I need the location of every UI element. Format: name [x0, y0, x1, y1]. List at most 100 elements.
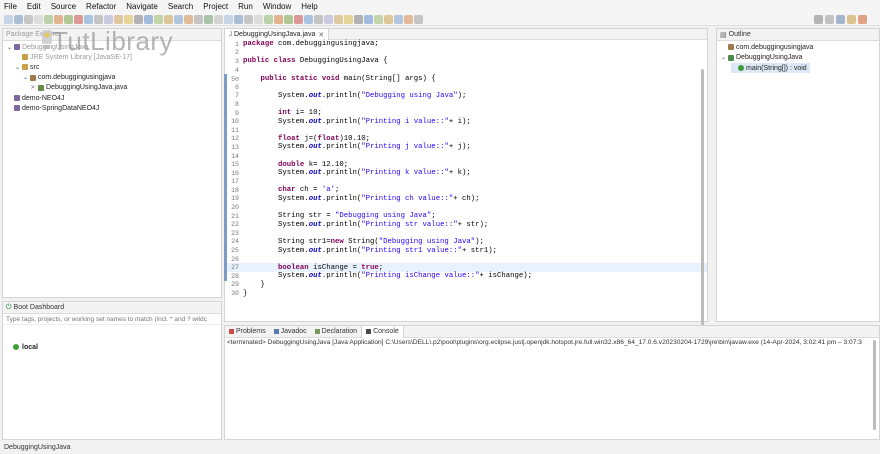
menu-navigate[interactable]: Navigate — [126, 2, 158, 11]
menu-edit[interactable]: Edit — [27, 2, 41, 11]
code-line[interactable]: 21 String str = "Debugging using Java"; — [225, 212, 707, 221]
toolbar-icon[interactable] — [134, 15, 143, 24]
toolbar-icon[interactable] — [84, 15, 93, 24]
boot-item-local[interactable]: local — [13, 342, 38, 352]
toolbar-icon[interactable] — [384, 15, 393, 24]
outline-item[interactable]: com.debuggingusingjava — [721, 42, 813, 52]
tab-javadoc[interactable]: Javadoc — [270, 326, 311, 338]
toolbar-icon[interactable] — [264, 15, 273, 24]
menu-refactor[interactable]: Refactor — [86, 2, 116, 11]
toolbar-icon[interactable] — [314, 15, 323, 24]
toolbar-icon[interactable] — [124, 15, 133, 24]
code-line[interactable]: 25 System.out.println("Printing str1 val… — [225, 246, 707, 255]
expand-icon[interactable]: ⌄ — [23, 74, 30, 81]
toolbar-icon[interactable] — [344, 15, 353, 24]
menu-run[interactable]: Run — [238, 2, 253, 11]
code-line[interactable]: 9 int i= 10; — [225, 109, 707, 118]
code-line[interactable]: 28 System.out.println("Printing isChange… — [225, 272, 707, 281]
debug-perspective-icon[interactable] — [847, 15, 856, 24]
code-line[interactable]: 27 boolean isChange = true; — [225, 263, 707, 273]
toolbar-icon[interactable] — [364, 15, 373, 24]
toolbar-icon[interactable] — [274, 15, 283, 24]
code-line[interactable]: 18 char ch = 'a'; — [225, 186, 707, 195]
toolbar-icon[interactable] — [174, 15, 183, 24]
toolbar-icon[interactable] — [4, 15, 13, 24]
code-line[interactable]: 4 — [225, 66, 707, 75]
code-line[interactable]: 22 System.out.println("Printing str valu… — [225, 220, 707, 229]
editor-scrollbar[interactable] — [701, 69, 704, 329]
code-line[interactable]: 26 — [225, 255, 707, 264]
toolbar-icon[interactable] — [414, 15, 423, 24]
menu-source[interactable]: Source — [51, 2, 76, 11]
toolbar-icon[interactable] — [394, 15, 403, 24]
git-perspective-icon[interactable] — [858, 15, 867, 24]
expand-icon[interactable]: ⌄ — [15, 64, 22, 71]
close-tab-icon[interactable]: ✕ — [318, 31, 324, 39]
toolbar-icon[interactable] — [194, 15, 203, 24]
boot-dashboard-tab[interactable]: ⏻ Boot Dashboard — [3, 302, 221, 314]
code-line[interactable]: 2 — [225, 49, 707, 58]
toolbar-icon[interactable] — [34, 15, 43, 24]
toolbar-icon[interactable] — [164, 15, 173, 24]
toolbar-icon[interactable] — [104, 15, 113, 24]
toolbar-icon[interactable] — [254, 15, 263, 24]
toolbar-icon[interactable] — [74, 15, 83, 24]
toolbar-icon[interactable] — [154, 15, 163, 24]
toolbar-icon[interactable] — [204, 15, 213, 24]
code-line[interactable]: 14 — [225, 152, 707, 161]
package-explorer-item[interactable]: demo-NEO4J — [7, 93, 64, 103]
toolbar-icon[interactable] — [404, 15, 413, 24]
toolbar-icon[interactable] — [24, 15, 33, 24]
code-line[interactable]: 15 double k= 12.10; — [225, 160, 707, 169]
code-line[interactable]: 19 System.out.println("Printing ch value… — [225, 195, 707, 204]
outline-tab[interactable]: ▤ Outline — [717, 29, 879, 41]
toolbar-icon[interactable] — [244, 15, 253, 24]
code-line[interactable]: 16 System.out.println("Printing k value:… — [225, 169, 707, 178]
toolbar-icon[interactable] — [284, 15, 293, 24]
toolbar-icon[interactable] — [354, 15, 363, 24]
menu-search[interactable]: Search — [168, 2, 193, 11]
code-line[interactable]: 1 package com.debuggingusingjava; — [225, 40, 707, 49]
toolbar-icon[interactable] — [144, 15, 153, 24]
menu-project[interactable]: Project — [203, 2, 228, 11]
toolbar-icon[interactable] — [294, 15, 303, 24]
code-line[interactable]: 17 — [225, 178, 707, 187]
code-line[interactable]: 8 — [225, 100, 707, 109]
code-line[interactable]: 29 } — [225, 281, 707, 290]
code-line[interactable]: 23 — [225, 229, 707, 238]
code-area[interactable]: 1 package com.debuggingusingjava; 2 3 public… — [225, 40, 707, 321]
expand-icon[interactable]: ⌄ — [7, 44, 14, 51]
menu-window[interactable]: Window — [263, 2, 291, 11]
menu-help[interactable]: Help — [301, 2, 317, 11]
code-line[interactable]: 7 System.out.println("Debugging using Ja… — [225, 92, 707, 101]
toolbar-icon[interactable] — [214, 15, 223, 24]
code-line[interactable]: 6 — [225, 83, 707, 92]
toolbar-icon[interactable] — [54, 15, 63, 24]
search-icon[interactable] — [814, 15, 823, 24]
toolbar-icon[interactable] — [14, 15, 23, 24]
toolbar-icon[interactable] — [114, 15, 123, 24]
perspective-icon[interactable] — [825, 15, 834, 24]
expand-icon[interactable]: > — [31, 85, 38, 91]
package-explorer-item[interactable]: > DebuggingUsingJava.java — [31, 83, 127, 93]
boot-filter-input[interactable] — [6, 316, 220, 323]
toolbar-icon[interactable] — [334, 15, 343, 24]
code-line[interactable]: 30} — [225, 289, 707, 298]
toolbar-icon[interactable] — [184, 15, 193, 24]
toolbar-icon[interactable] — [64, 15, 73, 24]
tab-console[interactable]: Console — [361, 325, 404, 338]
tab-declaration[interactable]: Declaration — [311, 326, 361, 338]
tab-problems[interactable]: Problems — [225, 326, 270, 338]
menu-file[interactable]: File — [4, 2, 17, 11]
java-perspective-icon[interactable] — [836, 15, 845, 24]
editor-tab[interactable]: J DebuggingUsingJava.java ✕ — [225, 29, 330, 40]
toolbar-icon[interactable] — [234, 15, 243, 24]
toolbar-icon[interactable] — [304, 15, 313, 24]
toolbar-icon[interactable] — [224, 15, 233, 24]
package-explorer-item[interactable]: ⌄ com.debuggingusingjava — [23, 73, 115, 83]
toolbar-icon[interactable] — [324, 15, 333, 24]
toolbar-icon[interactable] — [44, 15, 53, 24]
console-scrollbar[interactable] — [873, 340, 876, 430]
outline-item[interactable]: ⌄ DebuggingUsingJava — [721, 53, 803, 63]
code-line[interactable]: 5⊖ public static void main(String[] args… — [225, 74, 707, 83]
